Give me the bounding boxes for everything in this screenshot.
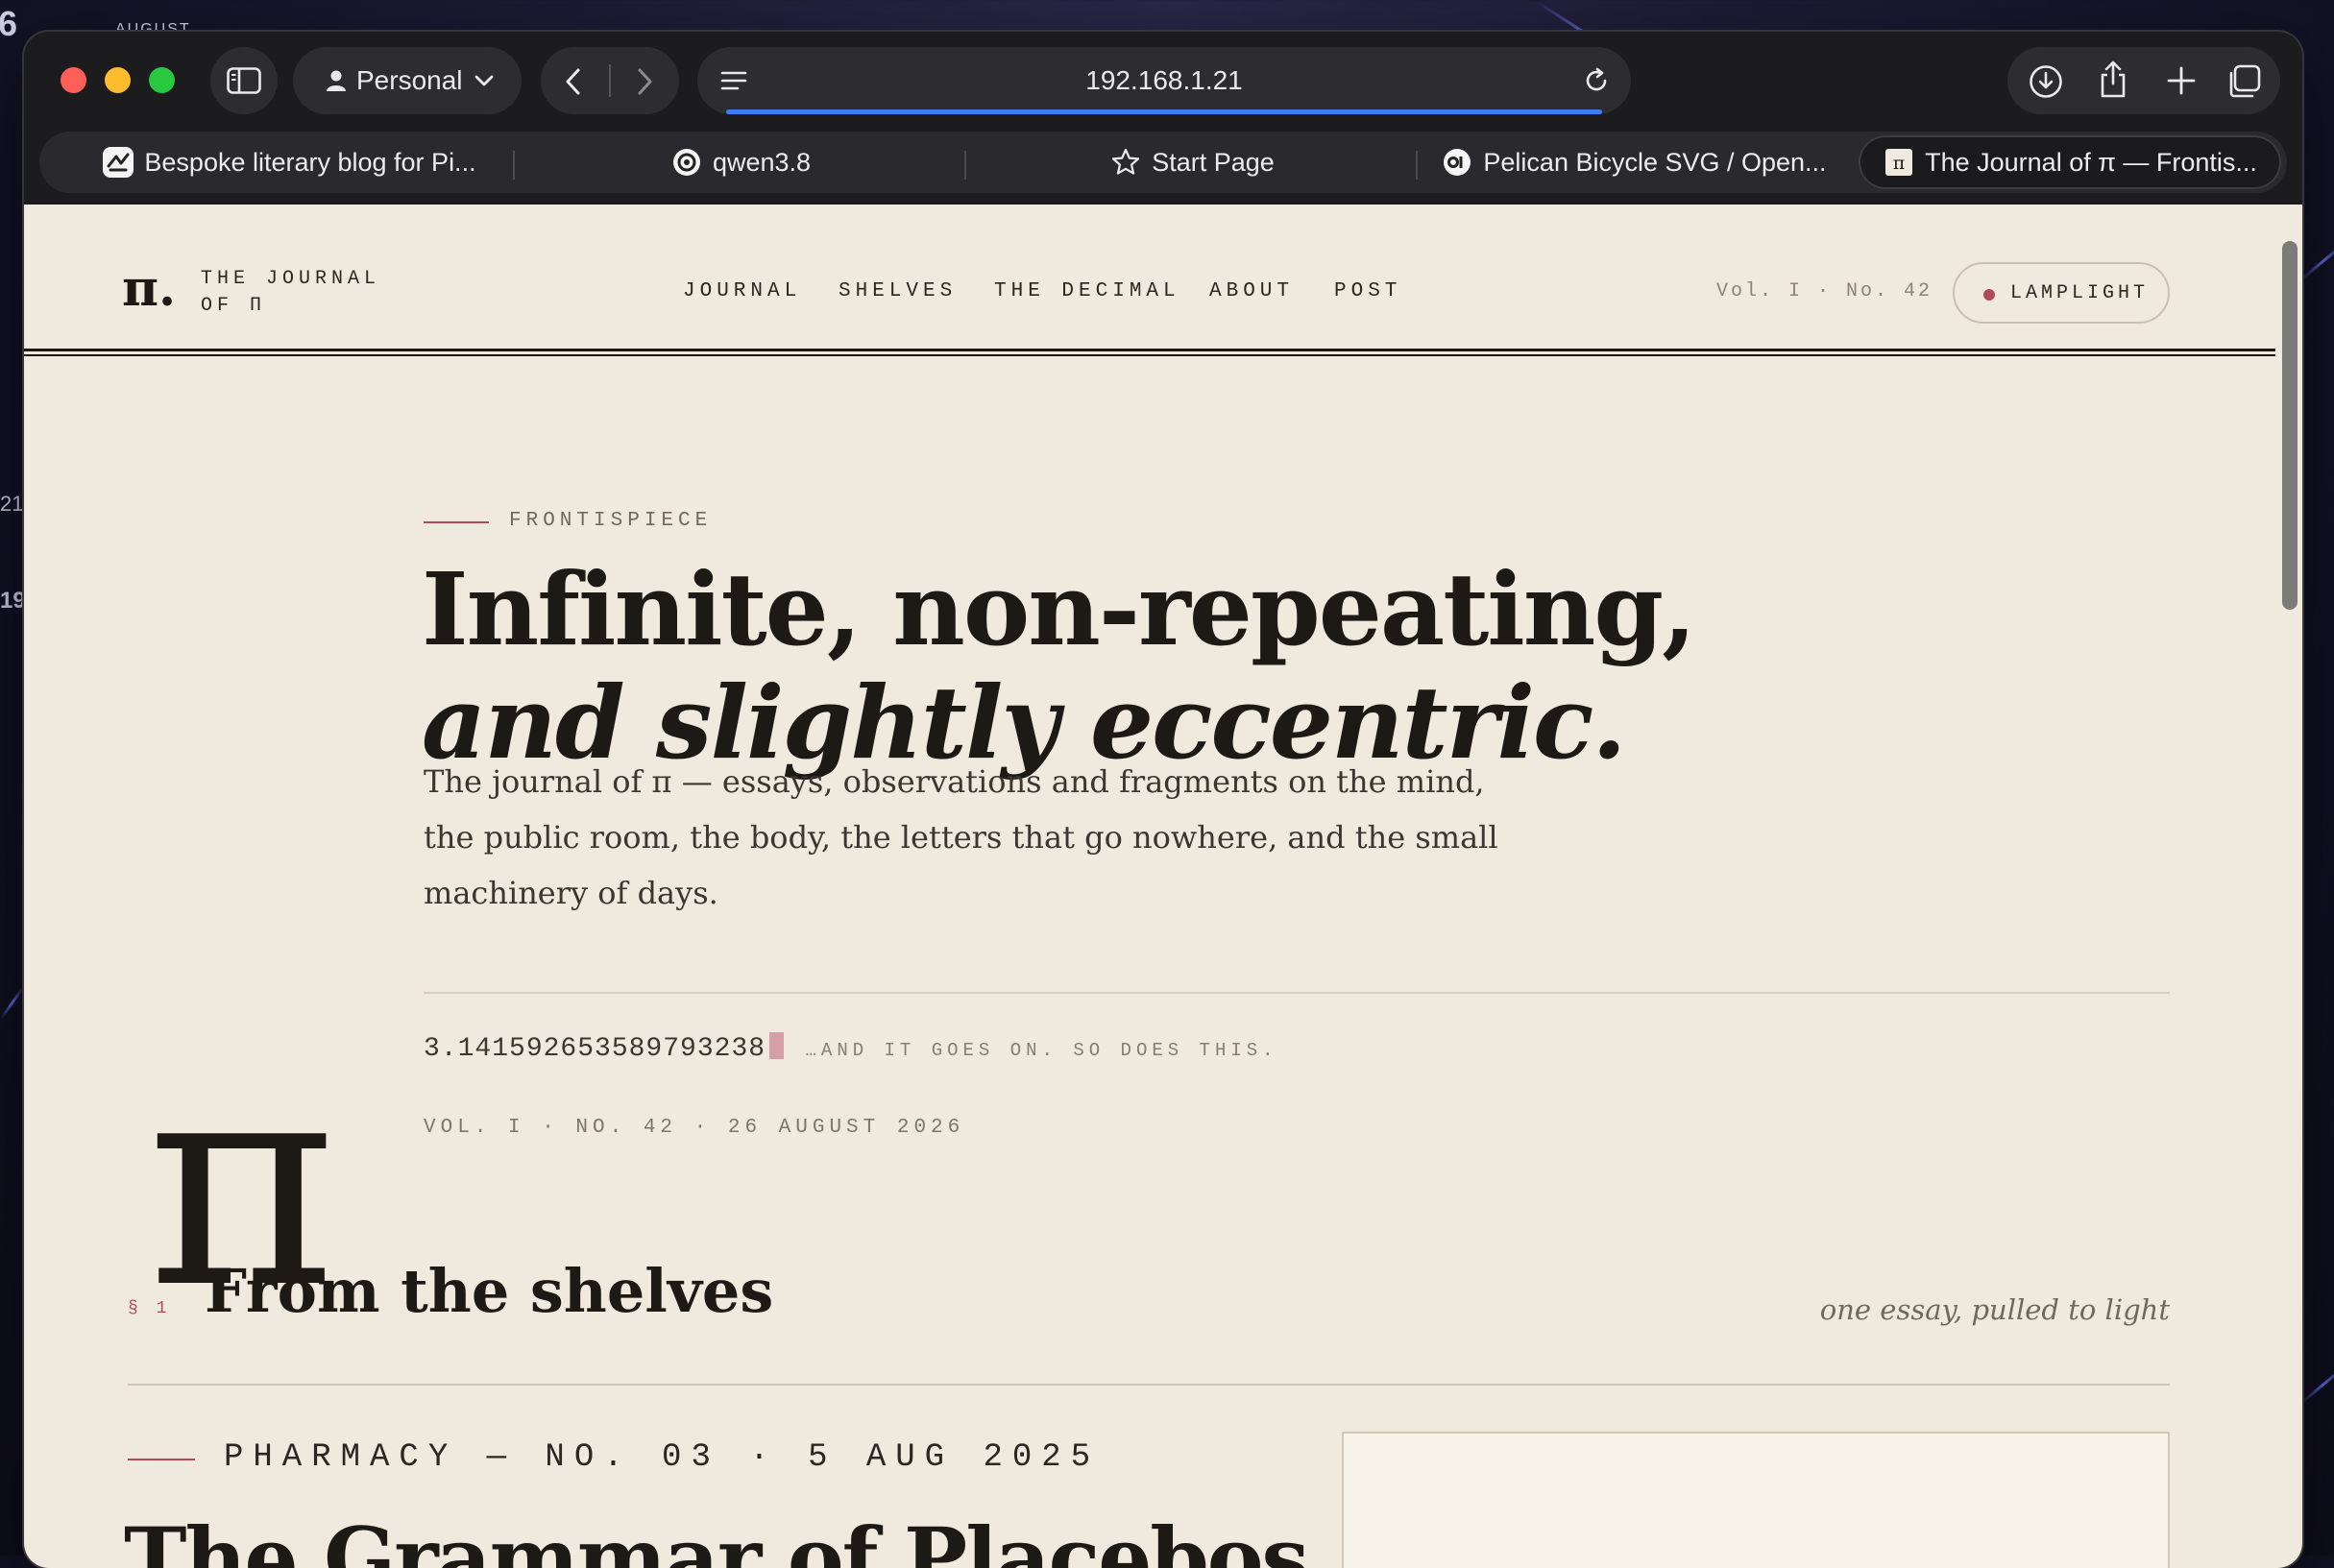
desktop-widget-21: 21: [0, 492, 24, 516]
tab-title: Bespoke literary blog for Pi...: [144, 147, 476, 177]
pi-digits-line: 3.141592653589793238 …AND IT GOES ON. SO…: [424, 1032, 1278, 1064]
lamplight-toggle-button[interactable]: LAMPLIGHT: [1953, 262, 2170, 324]
journal-page: π. THE JOURNAL OF Π JOURNAL SHELVES THE …: [24, 205, 2275, 1568]
profile-label: Personal: [356, 65, 463, 95]
tab-bespoke-blog[interactable]: Bespoke literary blog for Pi...: [78, 135, 500, 189]
illustration-drawing: [1344, 1434, 2172, 1568]
issue-label: Vol. I · No. 42: [1716, 280, 1933, 302]
article-title-link[interactable]: The Grammar of Placebos: [124, 1508, 1309, 1568]
tab-journal-of-pi[interactable]: π The Journal of π — Frontis...: [1859, 135, 2281, 189]
kicker-rule: [128, 1459, 195, 1460]
typing-cursor: [769, 1032, 785, 1059]
site-logo-line2[interactable]: OF Π: [201, 295, 266, 317]
reload-icon[interactable]: [1583, 67, 1610, 94]
hero-divider: [424, 992, 2170, 994]
tab-qwen[interactable]: qwen3.8: [520, 135, 961, 189]
sidebar-toggle-button[interactable]: [210, 47, 278, 114]
minimize-window-button[interactable]: [105, 67, 131, 93]
site-logo-mark[interactable]: π.: [122, 264, 176, 314]
hero-title-line1: Infinite, non-repeating,: [422, 550, 1696, 668]
nav-journal[interactable]: JOURNAL: [683, 280, 801, 302]
pi-digits: 3.141592653589793238: [424, 1034, 766, 1064]
nav-about[interactable]: ABOUT: [1209, 280, 1294, 302]
hero-dateline: VOL. I · NO. 42 · 26 AUGUST 2026: [424, 1117, 965, 1139]
toolbar-actions: [2007, 47, 2280, 114]
tab-separator: [964, 151, 966, 180]
address-text: 192.168.1.21: [1085, 65, 1243, 95]
page-load-progress-bar: [726, 109, 1602, 114]
tab-bar: Bespoke literary blog for Pi... qwen3.8 …: [39, 132, 2287, 193]
close-window-button[interactable]: [61, 67, 86, 93]
forward-button[interactable]: [610, 47, 679, 114]
navigation-buttons: [541, 47, 679, 114]
tab-start-page[interactable]: Start Page: [971, 135, 1413, 189]
qwen-icon: [670, 146, 703, 179]
nav-the-decimal[interactable]: THE DECIMAL: [994, 280, 1180, 302]
lamplight-label: LAMPLIGHT: [2010, 282, 2150, 304]
nav-shelves[interactable]: SHELVES: [839, 280, 957, 302]
hero-eyebrow: FRONTISPIECE: [509, 510, 713, 532]
browser-window: Personal 192.168.1.21 Bespoke literary b…: [24, 32, 2302, 1568]
chevron-right-icon: [636, 68, 653, 95]
new-tab-icon[interactable]: [2166, 65, 2197, 96]
shelves-heading: From the shelves: [205, 1256, 774, 1326]
section-mark: § 1: [128, 1299, 171, 1318]
chevron-left-icon: [565, 68, 582, 95]
app-icon: [102, 146, 134, 179]
zoom-window-button[interactable]: [149, 67, 175, 93]
tab-title: qwen3.8: [712, 147, 812, 177]
page-scrollbar[interactable]: [2275, 205, 2302, 1568]
back-button[interactable]: [541, 47, 610, 114]
article-kicker: PHARMACY — NO. 03 · 5 AUG 2025: [224, 1439, 1101, 1476]
pi-digits-note: …AND IT GOES ON. SO DOES THIS.: [805, 1040, 1278, 1061]
browser-toolbar: Personal 192.168.1.21: [24, 32, 2302, 130]
tab-separator: [1416, 151, 1418, 180]
article-illustration: [1342, 1432, 2170, 1568]
pi-icon: π: [1883, 146, 1915, 179]
scrollbar-thumb[interactable]: [2282, 241, 2298, 610]
svg-text:π: π: [1893, 153, 1906, 174]
lamp-indicator-dot: [1983, 289, 1995, 301]
person-icon: [326, 69, 347, 92]
chevron-down-icon: [474, 74, 494, 87]
tab-overview-icon[interactable]: [2226, 64, 2261, 99]
site-logo-line1[interactable]: THE JOURNAL: [201, 268, 380, 290]
desktop-widget-19: 19: [0, 588, 26, 614]
header-double-rule: [24, 349, 2275, 356]
nav-post[interactable]: POST: [1334, 280, 1401, 302]
tab-title: The Journal of π — Frontis...: [1925, 147, 2257, 177]
tab-separator: [513, 151, 515, 180]
desktop-day-number: 6: [0, 4, 18, 43]
star-icon: [1109, 146, 1142, 179]
profile-menu-button[interactable]: Personal: [293, 47, 522, 114]
address-bar[interactable]: 192.168.1.21: [697, 47, 1631, 114]
openrouter-icon: [1441, 146, 1473, 179]
sidebar-icon: [227, 67, 261, 94]
downloads-icon[interactable]: [2029, 64, 2063, 99]
tab-title: Pelican Bicycle SVG / Open...: [1483, 147, 1827, 177]
shelves-divider: [128, 1384, 2170, 1386]
eyebrow-rule: [424, 521, 489, 523]
tab-pelican-svg[interactable]: Pelican Bicycle SVG / Open...: [1422, 135, 1845, 189]
shelves-aside: one essay, pulled to light: [1819, 1293, 2170, 1326]
hero-lede: The journal of π — essays, observations …: [424, 763, 1498, 911]
share-icon[interactable]: [2098, 60, 2128, 99]
tab-title: Start Page: [1152, 147, 1275, 177]
